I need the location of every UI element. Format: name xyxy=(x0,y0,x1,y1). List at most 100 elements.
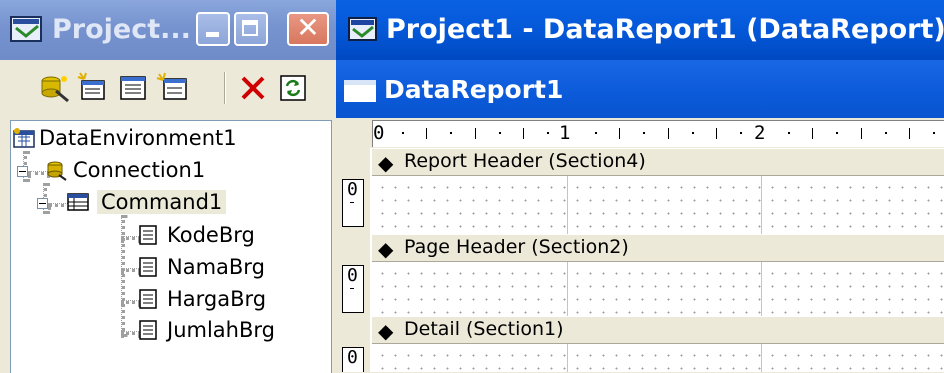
grid-line xyxy=(761,262,762,316)
tree-item-label: DataEnvironment1 xyxy=(39,126,237,150)
ruler-tick xyxy=(522,128,524,139)
section-body-page-header[interactable] xyxy=(372,262,944,316)
delete-x-icon xyxy=(241,76,265,100)
data-environment-toolbar xyxy=(0,60,336,120)
field-icon xyxy=(139,257,157,277)
add-child-command-button[interactable] xyxy=(156,71,190,105)
ruler-dot xyxy=(498,132,501,134)
tree-item-label: Connection1 xyxy=(73,158,206,182)
ruler-dot xyxy=(932,132,935,134)
command-table-icon xyxy=(67,193,89,211)
data-report-app-icon xyxy=(348,17,377,41)
tree-connector xyxy=(121,215,125,337)
data-report-window: Project1 - DataReport1 (DataReport) Data… xyxy=(336,0,944,372)
grid-line xyxy=(567,176,568,234)
section-label: Page Header (Section2) xyxy=(404,236,629,258)
ruler-strip: 0 1 2 xyxy=(372,120,944,147)
report-window-titlebar[interactable]: Project1 - DataReport1 (DataReport) xyxy=(336,0,944,60)
section-body-detail[interactable] xyxy=(372,344,944,372)
vertical-ruler: 0 xyxy=(342,265,364,313)
ruler-corner xyxy=(336,118,370,148)
ruler-mark xyxy=(350,202,354,203)
add-command-button[interactable] xyxy=(76,71,110,105)
add-connection-button[interactable] xyxy=(36,71,70,105)
ruler-dot xyxy=(739,132,742,134)
section-arrow-icon: ◆ xyxy=(378,319,394,343)
report-designer-title: DataReport1 xyxy=(384,75,564,104)
field-icon xyxy=(139,225,157,245)
ruler-tick xyxy=(908,128,910,139)
tree-item-label: JumlahBrg xyxy=(167,318,275,342)
report-designer-header[interactable]: DataReport1 xyxy=(336,60,944,118)
data-environment-tree[interactable]: DataEnvironment1 Connection1 Command1 Ko… xyxy=(10,120,332,373)
ruler-label: 2 xyxy=(754,122,766,144)
delete-button[interactable] xyxy=(236,71,270,105)
collapse-toggle[interactable] xyxy=(37,198,48,209)
child-command-icon xyxy=(156,72,187,100)
data-environment-icon xyxy=(13,128,35,148)
project-window: Project... ✕ DataEnvironment1 Connection… xyxy=(0,0,336,373)
data-environment-app-icon xyxy=(10,16,42,42)
ruler-tick xyxy=(860,128,862,139)
ruler-dot xyxy=(884,132,887,134)
stored-procedure-icon xyxy=(120,76,146,100)
connection-wand-icon xyxy=(41,76,69,103)
ruler-label: 1 xyxy=(559,122,571,144)
section-arrow-icon: ◆ xyxy=(378,151,394,175)
field-icon xyxy=(139,320,157,340)
grid-line xyxy=(567,262,568,316)
new-command-icon xyxy=(77,72,105,100)
ruler-tick xyxy=(812,128,814,139)
maximize-button[interactable] xyxy=(234,12,268,46)
window-icon xyxy=(344,80,376,102)
ruler-dot xyxy=(788,132,791,134)
insert-stored-procedure-button[interactable] xyxy=(116,71,150,105)
vertical-ruler-label: 0 xyxy=(347,347,358,368)
section-header-page-header[interactable]: ◆ Page Header (Section2) xyxy=(372,234,944,262)
ruler-dot xyxy=(643,132,646,134)
field-icon xyxy=(139,289,157,309)
refresh-button[interactable] xyxy=(276,71,310,105)
section-label: Detail (Section1) xyxy=(404,318,564,340)
ruler-tick xyxy=(715,128,717,139)
ruler-dot xyxy=(402,132,405,134)
report-window-title: Project1 - DataReport1 (DataReport) xyxy=(386,14,944,45)
ruler-tick xyxy=(619,128,621,139)
grid-line xyxy=(567,344,568,372)
tree-item-label: Command1 xyxy=(97,190,227,214)
connection-icon xyxy=(47,161,67,181)
minimize-button[interactable] xyxy=(196,12,230,46)
collapse-toggle[interactable] xyxy=(17,166,28,177)
tree-item-label: HargaBrg xyxy=(167,287,267,311)
ruler-tick xyxy=(426,128,428,139)
horizontal-ruler: 0 1 2 xyxy=(336,118,944,148)
vertical-ruler: 0 xyxy=(342,347,364,372)
refresh-icon xyxy=(280,75,306,101)
ruler-tick xyxy=(667,128,669,139)
tree-item-label: KodeBrg xyxy=(167,223,255,247)
section-arrow-icon: ◆ xyxy=(378,237,394,261)
ruler-tick xyxy=(474,128,476,139)
ruler-dot xyxy=(450,132,453,134)
section-body-report-header[interactable] xyxy=(372,176,944,234)
project-window-titlebar[interactable]: Project... ✕ xyxy=(0,0,336,60)
grid-line xyxy=(761,344,762,372)
tree-item-label: NamaBrg xyxy=(167,255,265,279)
close-icon: ✕ xyxy=(296,11,320,44)
vertical-ruler-label: 0 xyxy=(347,179,358,200)
ruler-label: 0 xyxy=(373,122,385,144)
grid-line xyxy=(761,176,762,234)
section-label: Report Header (Section4) xyxy=(404,150,646,172)
ruler-dot xyxy=(836,132,839,134)
vertical-ruler-label: 0 xyxy=(347,265,358,286)
ruler-dot xyxy=(595,132,598,134)
ruler-dot xyxy=(546,132,549,134)
ruler-mark xyxy=(350,288,354,289)
section-header-detail[interactable]: ◆ Detail (Section1) xyxy=(372,316,944,344)
section-header-report-header[interactable]: ◆ Report Header (Section4) xyxy=(372,148,944,176)
close-button[interactable]: ✕ xyxy=(287,11,329,46)
toolbar-separator xyxy=(224,72,226,104)
vertical-ruler: 0 xyxy=(342,179,364,227)
ruler-dot xyxy=(691,132,694,134)
project-window-title: Project... xyxy=(52,14,191,45)
